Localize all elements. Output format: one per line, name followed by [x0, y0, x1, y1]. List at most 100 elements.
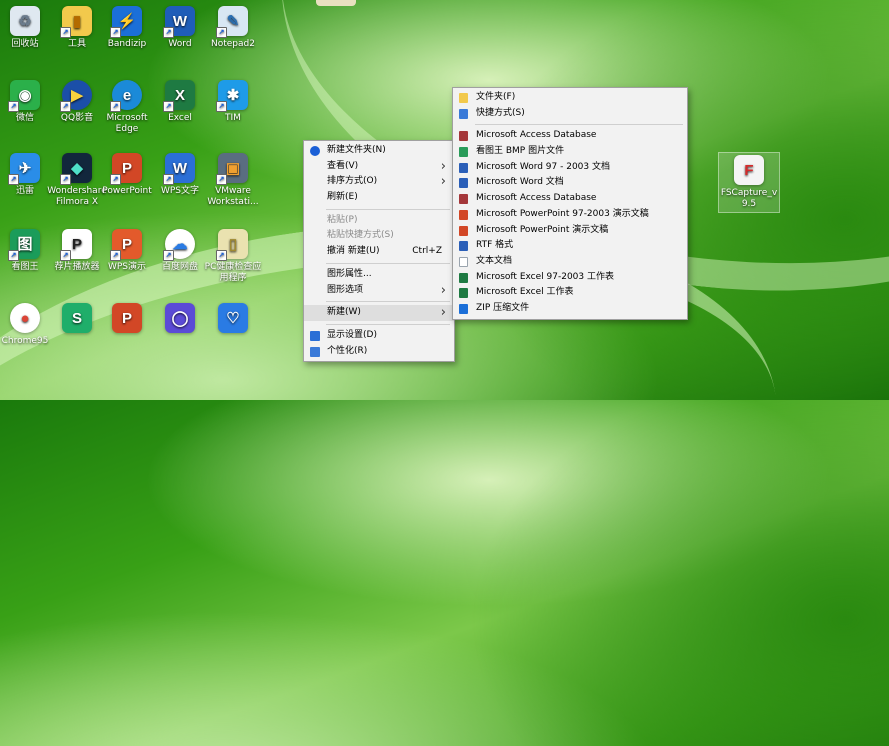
zip-icon [459, 303, 468, 314]
menu-item-label: RTF 格式 [476, 240, 514, 251]
app-icon: P [112, 303, 142, 333]
excel-icon [459, 288, 468, 299]
new-submenu-item[interactable]: Microsoft PowerPoint 97-2003 演示文稿 [453, 207, 687, 223]
shortcut-arrow-icon: ↗ [163, 27, 174, 38]
context-menu-item[interactable]: 查看(V) › [304, 159, 454, 175]
menu-item-label: Microsoft Access Database [476, 193, 597, 204]
new-submenu-item[interactable]: Microsoft Access Database [453, 128, 687, 144]
desktop-icon[interactable]: W ↗ WPS文字 [150, 153, 210, 197]
menu-item-label: 查看(V) [327, 160, 359, 171]
rtf-icon [459, 241, 468, 252]
menu-shortcut: Ctrl+Z [412, 246, 442, 257]
menu-item-label: ZIP 压缩文件 [476, 302, 530, 313]
chevron-right-icon: › [440, 158, 446, 174]
new-submenu-item[interactable]: RTF 格式 [453, 238, 687, 254]
desktop-icon-label: Notepad2 [211, 39, 255, 49]
access-icon [459, 131, 468, 142]
desktop-icon[interactable]: ▣ ↗ VMware Workstati... [203, 153, 263, 208]
context-menu-item[interactable]: 粘贴(P) [304, 213, 454, 229]
shortcut-arrow-icon: ↗ [216, 27, 227, 38]
desktop-icon-label: 百度网盘 [161, 262, 198, 272]
bmp-icon [459, 147, 468, 158]
context-menu-item[interactable]: 个性化(R) [304, 344, 454, 360]
desktop-icon[interactable]: P ↗ WPS演示 [97, 229, 157, 273]
menu-item-label: 撤消 新建(U) [327, 246, 380, 257]
context-menu-item[interactable]: 显示设置(D) [304, 328, 454, 344]
context-menu-item[interactable]: 粘贴快捷方式(S) [304, 228, 454, 244]
app-icon: ● [10, 303, 40, 333]
desktop-icon-label: PowerPoint [102, 186, 152, 196]
context-menu-item[interactable]: 新建(W) › [304, 305, 454, 321]
menu-item-label: 看图王 BMP 图片文件 [476, 146, 565, 157]
access-icon [459, 194, 468, 205]
new-submenu-item[interactable]: 看图王 BMP 图片文件 [453, 144, 687, 160]
shortcut-arrow-icon: ↗ [60, 101, 71, 112]
new-submenu-item[interactable]: ZIP 压缩文件 [453, 301, 687, 317]
text-icon [459, 256, 468, 267]
menu-item-label: 显示设置(D) [327, 329, 377, 340]
app-icon: ▯ ↗ [216, 229, 248, 261]
menu-item-label: 粘贴(P) [327, 214, 358, 225]
new-submenu-item[interactable]: Microsoft Word 文档 [453, 175, 687, 191]
app-icon: ✱ ↗ [216, 80, 248, 112]
context-menu-item[interactable]: 新建文件夹(N) [304, 143, 454, 159]
shortcut-arrow-icon: ↗ [110, 174, 121, 185]
context-menu-item[interactable]: 排序方式(O) › [304, 174, 454, 190]
app-icon: ☁ ↗ [163, 229, 195, 261]
desktop-icon[interactable]: P [97, 303, 157, 336]
desktop-icon-label: TIM [225, 113, 241, 123]
app-icon: P ↗ [60, 229, 92, 261]
context-menu-item[interactable]: 图形属性... [304, 267, 454, 283]
shortcut-arrow-icon: ↗ [8, 101, 19, 112]
desktop-icon[interactable]: ☁ ↗ 百度网盘 [150, 229, 210, 273]
context-menu-item[interactable]: 图形选项 › [304, 283, 454, 299]
new-submenu-item[interactable]: Microsoft Access Database [453, 191, 687, 207]
app-icon: e ↗ [110, 80, 142, 112]
context-menu-item[interactable]: 撤消 新建(U) Ctrl+Z [304, 244, 454, 260]
new-submenu-item[interactable]: 快捷方式(S) [453, 106, 687, 122]
desktop-icon[interactable]: ◯ [150, 303, 210, 336]
desktop-icon[interactable]: ✱ ↗ TIM [203, 80, 263, 124]
desktop-icon-label: Bandizip [107, 39, 147, 49]
menu-item-label: 图形选项 [327, 284, 364, 295]
context-menu-item[interactable]: 刷新(E) [304, 190, 454, 206]
folder-new-icon [310, 146, 320, 156]
word-icon [459, 178, 468, 189]
shortcut-arrow-icon: ↗ [60, 174, 71, 185]
desktop-icon[interactable]: ⚡ ↗ Bandizip [97, 6, 157, 50]
chevron-right-icon: › [440, 174, 446, 190]
menu-item-label: 文件夹(F) [476, 92, 516, 102]
app-icon: ◉ ↗ [8, 80, 40, 112]
new-submenu-item[interactable]: Microsoft Excel 工作表 [453, 285, 687, 301]
new-submenu-item[interactable]: 文件夹(F) [453, 90, 687, 106]
desktop-icon[interactable]: P ↗ PowerPoint [97, 153, 157, 197]
menu-item-label: Microsoft Excel 工作表 [476, 287, 574, 298]
desktop-icon[interactable]: W ↗ Word [150, 6, 210, 50]
desktop-icon[interactable]: X ↗ Excel [150, 80, 210, 124]
display-icon [310, 330, 320, 341]
menu-item-label: Microsoft Excel 97-2003 工作表 [476, 271, 614, 282]
word97-icon [459, 162, 468, 173]
desktop-icon-fscapture[interactable]: F FSCapture_v9.5 [718, 152, 780, 213]
shortcut-arrow-icon: ↗ [163, 250, 174, 261]
desktop-icon[interactable]: ✎ ↗ Notepad2 [203, 6, 263, 50]
new-submenu-item[interactable]: Microsoft PowerPoint 演示文稿 [453, 223, 687, 239]
new-submenu-item[interactable]: 文本文档 [453, 254, 687, 270]
personalize-icon [310, 346, 320, 357]
shortcut-arrow-icon: ↗ [110, 27, 121, 38]
desktop-icon-label: VMware Workstati... [207, 186, 259, 207]
app-icon: ♻ [10, 6, 40, 36]
desktop-icon[interactable]: ♡ [203, 303, 263, 336]
desktop-icon-label: PC健康检查应用程序 [204, 262, 262, 283]
shortcut-arrow-icon: ↗ [110, 250, 121, 261]
chevron-right-icon: › [440, 282, 446, 298]
menu-separator [475, 124, 683, 126]
menu-item-label: 粘贴快捷方式(S) [327, 230, 394, 241]
new-submenu-item[interactable]: Microsoft Word 97 - 2003 文档 [453, 160, 687, 176]
menu-item-label: Microsoft Word 97 - 2003 文档 [476, 161, 610, 172]
app-icon: ▶ ↗ [60, 80, 92, 112]
desktop-icon[interactable]: ▯ ↗ PC健康检查应用程序 [203, 229, 263, 284]
desktop-icon[interactable]: e ↗ Microsoft Edge [97, 80, 157, 135]
new-submenu-item[interactable]: Microsoft Excel 97-2003 工作表 [453, 270, 687, 286]
menu-item-label: 新建(W) [327, 307, 361, 318]
